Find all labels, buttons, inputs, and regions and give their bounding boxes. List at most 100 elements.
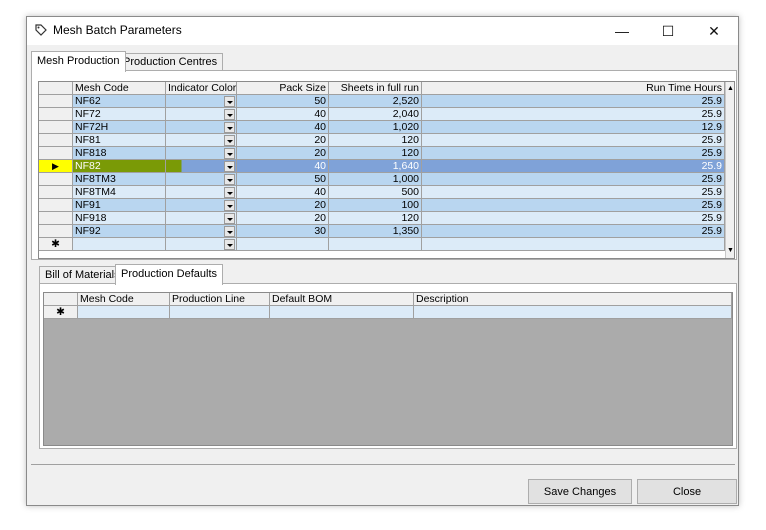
pack-size-cell[interactable]: 40 <box>237 186 329 199</box>
pack-size-cell[interactable]: 20 <box>237 212 329 225</box>
column-header-production-line[interactable]: Production Line <box>170 293 270 306</box>
tab-bill-of-materials[interactable]: Bill of Materials <box>39 266 126 284</box>
title-bar[interactable]: Mesh Batch Parameters — ☐ ✕ <box>27 17 738 45</box>
save-changes-button[interactable]: Save Changes <box>528 479 632 504</box>
scroll-down-icon[interactable]: ▼ <box>726 244 734 257</box>
sheets-cell[interactable]: 100 <box>329 199 422 212</box>
column-header-mesh-code[interactable]: Mesh Code <box>73 82 166 95</box>
column-header-indicator-color[interactable]: Indicator Color <box>166 82 237 95</box>
pack-size-cell[interactable]: 40 <box>237 121 329 134</box>
run-time-cell[interactable]: 25.9 <box>422 199 725 212</box>
row-selector[interactable] <box>39 199 73 212</box>
new-row-cell[interactable] <box>78 306 170 319</box>
pack-size-cell[interactable]: 20 <box>237 147 329 160</box>
sheets-cell[interactable]: 1,020 <box>329 121 422 134</box>
row-selector[interactable] <box>39 186 73 199</box>
tab-mesh-production[interactable]: Mesh Production <box>31 51 126 72</box>
chevron-down-icon[interactable] <box>224 96 235 107</box>
chevron-down-icon[interactable] <box>224 148 235 159</box>
chevron-down-icon[interactable] <box>224 239 235 250</box>
vertical-scrollbar[interactable]: ▲ ▼ <box>725 82 734 258</box>
mesh-code-cell[interactable]: NF92 <box>73 225 166 238</box>
row-selector[interactable] <box>39 147 73 160</box>
run-time-cell[interactable]: 25.9 <box>422 173 725 186</box>
sheets-cell[interactable]: 1,350 <box>329 225 422 238</box>
run-time-cell[interactable]: 25.9 <box>422 95 725 108</box>
minimize-icon: — <box>615 23 629 39</box>
tab-production-defaults[interactable]: Production Defaults <box>115 264 223 285</box>
row-selector[interactable] <box>39 225 73 238</box>
new-row-cell[interactable] <box>422 238 725 251</box>
column-header-run-time-hours[interactable]: Run Time Hours <box>422 82 725 95</box>
row-selector[interactable] <box>39 95 73 108</box>
chevron-down-icon[interactable] <box>224 174 235 185</box>
row-selector[interactable] <box>39 134 73 147</box>
pack-size-cell[interactable]: 40 <box>237 108 329 121</box>
chevron-down-icon[interactable] <box>224 161 235 172</box>
chevron-down-icon[interactable] <box>224 213 235 224</box>
sheets-cell[interactable]: 1,000 <box>329 173 422 186</box>
column-header-sheets-in-full-run[interactable]: Sheets in full run <box>329 82 422 95</box>
sheets-cell[interactable]: 120 <box>329 212 422 225</box>
chevron-down-icon[interactable] <box>224 135 235 146</box>
scroll-up-icon[interactable]: ▲ <box>726 82 734 95</box>
sheets-cell[interactable]: 2,520 <box>329 95 422 108</box>
mesh-code-cell[interactable]: NF72H <box>73 121 166 134</box>
mesh-code-cell[interactable]: NF62 <box>73 95 166 108</box>
run-time-cell[interactable]: 25.9 <box>422 108 725 121</box>
sheets-cell[interactable]: 2,040 <box>329 108 422 121</box>
run-time-cell[interactable]: 25.9 <box>422 134 725 147</box>
column-header-default-bom[interactable]: Default BOM <box>270 293 414 306</box>
run-time-cell[interactable]: 12.9 <box>422 121 725 134</box>
chevron-down-icon[interactable] <box>224 187 235 198</box>
column-header-mesh-code[interactable]: Mesh Code <box>78 293 170 306</box>
mesh-code-cell[interactable]: NF818 <box>73 147 166 160</box>
mesh-code-cell[interactable]: NF82 <box>73 160 166 173</box>
pack-size-cell[interactable]: 20 <box>237 134 329 147</box>
close-button[interactable]: Close <box>637 479 737 504</box>
new-row-icon[interactable]: ✱ <box>44 306 78 319</box>
row-selector[interactable] <box>39 108 73 121</box>
sheets-cell[interactable]: 120 <box>329 147 422 160</box>
pack-size-cell[interactable]: 50 <box>237 95 329 108</box>
mesh-code-cell[interactable]: NF918 <box>73 212 166 225</box>
run-time-cell[interactable]: 25.9 <box>422 160 725 173</box>
chevron-down-icon[interactable] <box>224 226 235 237</box>
chevron-down-icon[interactable] <box>224 122 235 133</box>
new-row-cell[interactable] <box>414 306 732 319</box>
sheets-cell[interactable]: 500 <box>329 186 422 199</box>
run-time-cell[interactable]: 25.9 <box>422 225 725 238</box>
run-time-cell[interactable]: 25.9 <box>422 147 725 160</box>
column-header-description[interactable]: Description <box>414 293 732 306</box>
mesh-code-cell[interactable]: NF72 <box>73 108 166 121</box>
mesh-code-cell[interactable]: NF91 <box>73 199 166 212</box>
run-time-cell[interactable]: 25.9 <box>422 212 725 225</box>
mesh-code-cell[interactable]: NF8TM3 <box>73 173 166 186</box>
new-row-icon[interactable]: ✱ <box>39 238 73 251</box>
row-selector[interactable] <box>39 121 73 134</box>
pack-size-cell[interactable]: 20 <box>237 199 329 212</box>
pack-size-cell[interactable]: 50 <box>237 173 329 186</box>
new-row-cell[interactable] <box>170 306 270 319</box>
pack-size-cell[interactable]: 30 <box>237 225 329 238</box>
sheets-cell[interactable]: 120 <box>329 134 422 147</box>
pack-size-cell[interactable]: 40 <box>237 160 329 173</box>
mesh-code-cell[interactable]: NF81 <box>73 134 166 147</box>
row-selector[interactable]: ▶ <box>39 160 73 173</box>
tab-production-centres[interactable]: Production Centres <box>117 53 224 71</box>
new-row-cell[interactable] <box>329 238 422 251</box>
chevron-down-icon[interactable] <box>224 200 235 211</box>
new-row-cell[interactable] <box>73 238 166 251</box>
new-row-cell[interactable] <box>270 306 414 319</box>
chevron-down-icon[interactable] <box>224 109 235 120</box>
sheets-cell[interactable]: 1,640 <box>329 160 422 173</box>
run-time-cell[interactable]: 25.9 <box>422 186 725 199</box>
minimize-button[interactable]: — <box>599 17 645 45</box>
new-row-cell[interactable] <box>237 238 329 251</box>
maximize-button[interactable]: ☐ <box>645 17 691 45</box>
mesh-code-cell[interactable]: NF8TM4 <box>73 186 166 199</box>
close-window-button[interactable]: ✕ <box>691 17 737 45</box>
column-header-pack-size[interactable]: Pack Size <box>237 82 329 95</box>
row-selector[interactable] <box>39 212 73 225</box>
row-selector[interactable] <box>39 173 73 186</box>
